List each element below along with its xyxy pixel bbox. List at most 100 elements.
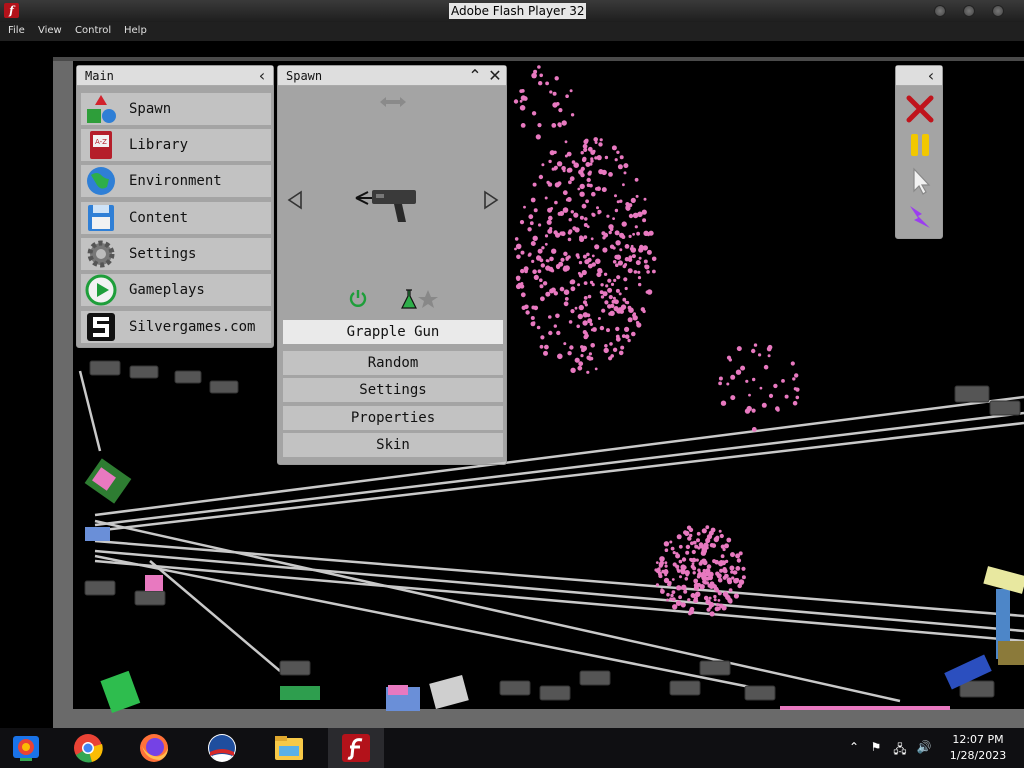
particle xyxy=(559,286,565,292)
particle xyxy=(537,65,541,69)
spawn-item-grapple-gun[interactable]: Grapple Gun xyxy=(283,320,503,344)
particle xyxy=(693,598,697,602)
taskbar-clock[interactable]: 12:07 PM 1/28/2023 xyxy=(940,732,1016,764)
spawn-settings-button[interactable]: Settings xyxy=(283,378,503,402)
particle xyxy=(586,252,590,257)
main-item-spawn[interactable]: Spawn xyxy=(81,93,271,125)
particle xyxy=(599,325,605,331)
menu-control[interactable]: Control xyxy=(75,25,111,36)
game-canvas[interactable]: Main ‹ Spawn A-Z Library Environment Con… xyxy=(0,41,1024,728)
particle xyxy=(714,606,720,612)
particle xyxy=(556,161,563,167)
particle xyxy=(616,150,620,154)
spawn-skin-button[interactable]: Skin xyxy=(283,433,503,457)
next-item-arrow[interactable] xyxy=(482,190,500,210)
tray-overflow-chevron[interactable]: ⌃ xyxy=(846,740,862,756)
spawn-panel-header: Spawn ⌃ ✕ xyxy=(278,66,506,86)
particle xyxy=(752,377,756,382)
collapse-main-panel-button[interactable]: ‹ xyxy=(253,66,271,86)
lightning-icon[interactable] xyxy=(902,200,938,234)
particle xyxy=(544,234,549,238)
pause-icon[interactable] xyxy=(902,128,938,162)
resize-arrows-icon[interactable] xyxy=(378,94,408,110)
firefox-icon[interactable] xyxy=(138,732,170,764)
file-explorer-icon[interactable] xyxy=(273,732,305,764)
minimize-button[interactable] xyxy=(934,5,946,17)
particle xyxy=(607,278,612,283)
particle xyxy=(664,561,668,565)
chrome-icon[interactable] xyxy=(72,732,104,764)
particle xyxy=(554,200,558,205)
main-item-gameplays[interactable]: Gameplays xyxy=(81,274,271,306)
particle xyxy=(638,256,642,260)
power-toggle-icon[interactable] xyxy=(348,288,368,308)
particle xyxy=(531,259,535,263)
cursor-icon[interactable] xyxy=(902,164,938,198)
particle xyxy=(620,304,627,310)
main-item-label: Settings xyxy=(129,246,197,262)
particle xyxy=(588,352,593,356)
particle xyxy=(643,259,648,264)
particle xyxy=(600,295,605,299)
particle xyxy=(549,90,553,94)
obama-logo-icon[interactable] xyxy=(206,732,238,764)
particle xyxy=(676,534,682,540)
close-window-button[interactable] xyxy=(992,5,1004,17)
particle xyxy=(574,306,578,310)
collapse-spawn-panel-button[interactable]: ⌃ xyxy=(466,66,484,86)
flag-icon[interactable]: ⚑ xyxy=(868,740,884,756)
particle xyxy=(537,248,543,254)
floor-wall xyxy=(53,709,1024,728)
particle xyxy=(566,197,572,202)
main-item-environment[interactable]: Environment xyxy=(81,165,271,197)
spawn-properties-button[interactable]: Properties xyxy=(283,406,503,430)
main-item-settings[interactable]: Settings xyxy=(81,238,271,270)
menu-help[interactable]: Help xyxy=(124,25,147,36)
particle xyxy=(577,271,581,275)
close-spawn-panel-button[interactable]: ✕ xyxy=(486,66,504,86)
flash-player-icon[interactable] xyxy=(340,732,372,764)
main-item-content[interactable]: Content xyxy=(81,202,271,234)
volume-icon[interactable]: 🔊 xyxy=(916,740,932,756)
particle xyxy=(735,577,740,582)
particle xyxy=(514,237,519,241)
particle xyxy=(763,364,769,370)
maximize-button[interactable] xyxy=(963,5,975,17)
particle xyxy=(519,220,525,225)
particle xyxy=(591,213,596,217)
favorite-flask-icon[interactable] xyxy=(400,288,438,310)
particle xyxy=(672,551,676,555)
particle xyxy=(758,353,762,357)
close-x-icon[interactable] xyxy=(902,92,938,126)
particle xyxy=(720,400,727,406)
particle xyxy=(617,164,623,170)
main-item-library[interactable]: A-Z Library xyxy=(81,129,271,161)
particle xyxy=(583,334,588,340)
particle xyxy=(707,535,711,539)
particle xyxy=(540,296,545,302)
particle xyxy=(718,376,723,381)
particle xyxy=(718,560,724,566)
previous-item-arrow[interactable] xyxy=(286,190,304,210)
network-icon[interactable]: 🖧 xyxy=(892,740,908,756)
flash-app-icon: f xyxy=(4,3,19,18)
particle xyxy=(637,270,641,274)
menu-file[interactable]: File xyxy=(8,25,25,36)
particle xyxy=(716,573,722,579)
chrome-remote-icon[interactable] xyxy=(10,732,42,764)
particle xyxy=(604,155,609,160)
particle xyxy=(586,177,591,183)
particle xyxy=(569,280,574,285)
spawn-random-button[interactable]: Random xyxy=(283,351,503,375)
particle xyxy=(623,163,629,169)
menu-view[interactable]: View xyxy=(38,25,62,36)
particle xyxy=(642,309,646,314)
collapse-tool-panel-button[interactable]: ‹ xyxy=(922,66,940,86)
particle xyxy=(719,603,724,608)
particle xyxy=(675,552,679,556)
main-item-silvergames[interactable]: Silvergames.com xyxy=(81,311,271,343)
particle xyxy=(614,230,620,236)
particle xyxy=(553,291,558,296)
particle xyxy=(582,320,588,326)
particle xyxy=(530,197,536,203)
